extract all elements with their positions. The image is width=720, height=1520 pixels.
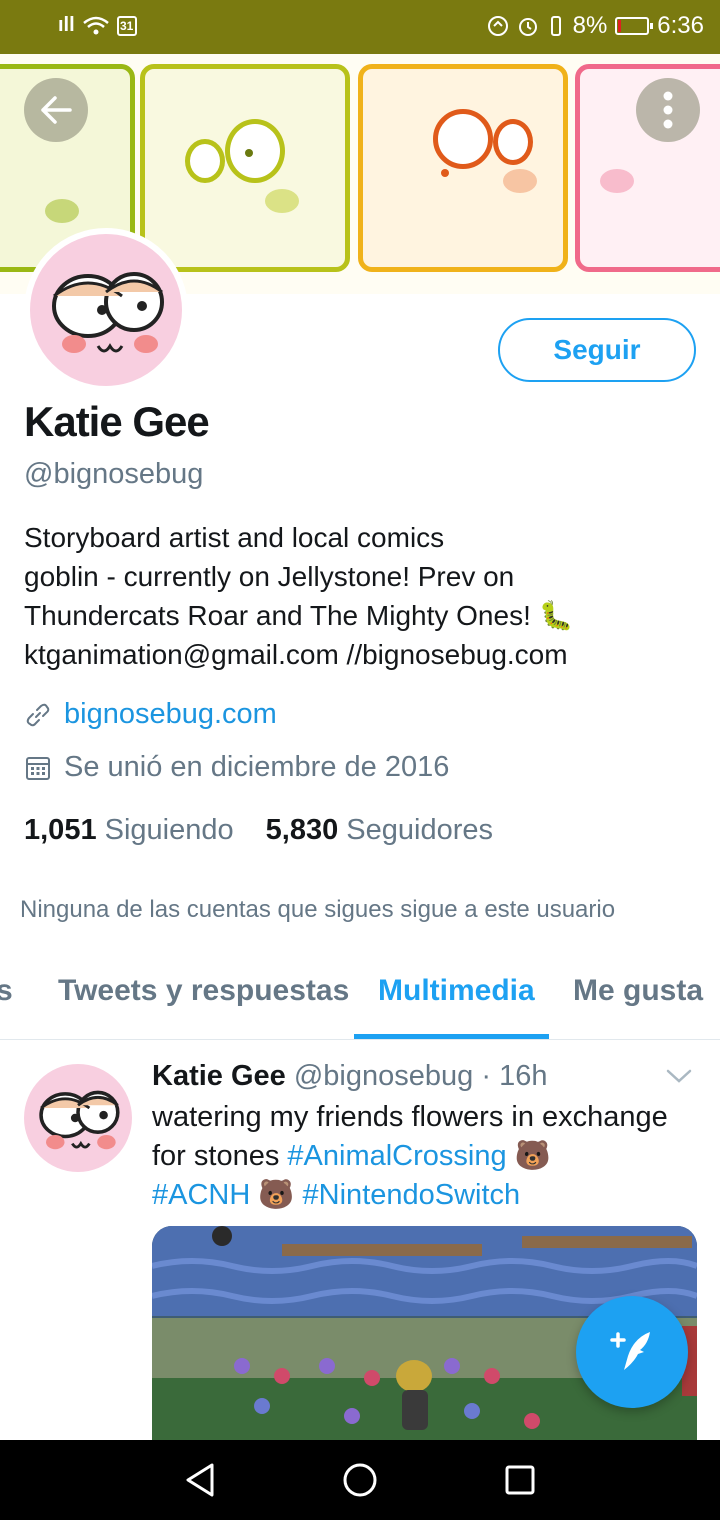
banner-panel [358,64,568,272]
bio-line: ktganimation@gmail.com //bignosebug.com [24,639,568,670]
bio-line: Thundercats Roar and The Mighty Ones! 🐛 [24,600,574,631]
following-count: 1,051 [24,814,97,846]
tweet-avatar[interactable] [24,1064,132,1172]
tweet-menu-button[interactable] [664,1066,694,1091]
signal-icon: ıll [58,14,75,36]
tweet-author-name[interactable]: Katie Gee [152,1060,286,1092]
tab-likes[interactable]: Me gusta [573,974,703,1008]
hashtag-link[interactable]: #AnimalCrossing [287,1140,506,1172]
recents-nav-icon[interactable] [504,1464,536,1496]
joined-row: Se unió en diciembre de 2016 [24,751,449,784]
wifi-icon [82,16,109,34]
alarm-icon [518,18,537,36]
profile-name: Katie Gee [24,398,210,445]
profile-tabs: s Tweets y respuestas Multimedia Me gust… [0,960,720,1040]
website-link[interactable]: bignosebug.com [64,698,277,731]
chevron-down-icon [666,1069,692,1083]
tweet-separator: · [481,1060,492,1092]
profile-bio: Storyboard artist and local comics gobli… [24,518,644,674]
tweet-header: Katie Gee @bignosebug · 16h [152,1060,547,1093]
status-bar: ıll 31 8% 6:36 [0,0,720,54]
avatar-illustration-icon [52,272,164,353]
profile-handle: @bignosebug [24,458,204,490]
tweet-time: 16h [499,1060,548,1092]
more-options-button[interactable] [636,78,700,142]
tweet-author-handle[interactable]: @bignosebug [294,1060,473,1092]
follow-stats: 1,051 Siguiendo 5,830 Seguidores [24,814,493,847]
tweet-emoji: 🐻 [506,1140,551,1172]
data-saver-icon [487,16,508,36]
tweet-emoji: 🐻 [250,1179,303,1211]
avatar-illustration-icon [39,1090,120,1150]
follow-button[interactable]: Seguir [498,318,696,382]
vibrate-icon [550,16,561,36]
joined-date: Se unió en diciembre de 2016 [64,751,450,783]
followers-stat[interactable]: 5,830 Seguidores [266,814,493,847]
tab-tweets[interactable]: s [0,974,13,1008]
followers-count: 5,830 [265,814,339,846]
tab-tweets-replies[interactable]: Tweets y respuestas [58,974,349,1008]
battery-icon [615,17,654,35]
clock: 6:36 [657,12,704,39]
battery-percent: 8% [572,12,608,39]
bio-line: Storyboard artist and local comics [24,522,445,553]
back-button[interactable] [24,78,88,142]
feather-plus-icon [610,1332,650,1370]
following-stat[interactable]: 1,051 Siguiendo [24,814,234,847]
followers-label: Seguidores [346,814,493,846]
mutual-followers-notice: Ninguna de las cuentas que sigues sigue … [20,896,616,923]
calendar-icon [26,756,50,780]
website-row: bignosebug.com [24,698,277,731]
hashtag-link[interactable]: #ACNH [152,1179,250,1211]
system-nav-bar [0,1440,720,1520]
compose-tweet-button[interactable] [576,1296,688,1408]
more-vertical-icon [663,91,673,129]
banner-panel [140,64,350,272]
hashtag-link[interactable]: #NintendoSwitch [303,1179,521,1211]
arrow-left-icon [41,96,72,124]
back-nav-icon[interactable] [184,1462,216,1498]
active-tab-indicator [354,1034,549,1039]
calendar-icon: 31 [116,15,137,36]
following-label: Siguiendo [104,814,234,846]
tweet-text: watering my friends flowers in exchange … [152,1098,697,1215]
link-icon [26,703,50,726]
profile-avatar[interactable] [24,228,188,392]
home-nav-icon[interactable] [342,1462,378,1498]
tab-media[interactable]: Multimedia [378,974,535,1008]
bio-line: goblin - currently on Jellystone! Prev o… [24,561,515,592]
